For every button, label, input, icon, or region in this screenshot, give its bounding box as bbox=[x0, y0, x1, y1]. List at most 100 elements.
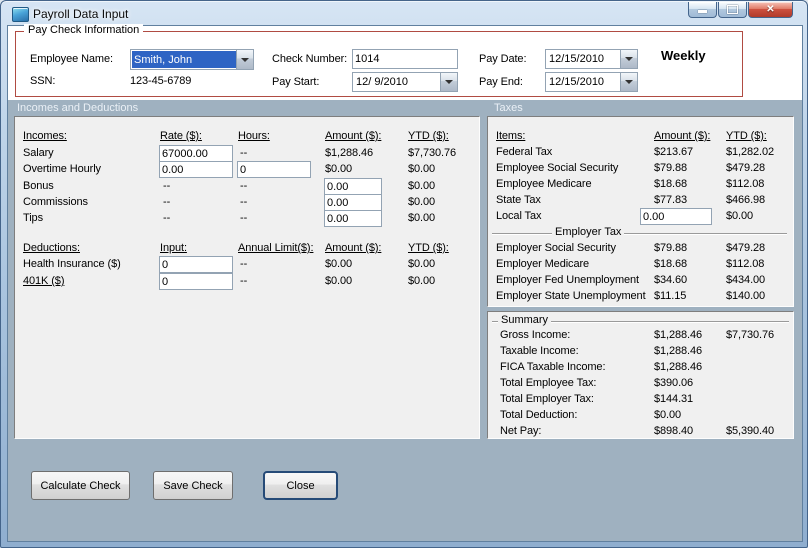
health-ytd-value: $0.00 bbox=[408, 258, 436, 270]
incomes-col-header: Incomes: bbox=[23, 130, 67, 142]
401k-amount-value: $0.00 bbox=[325, 275, 353, 287]
close-window-button[interactable]: ✕ bbox=[748, 2, 793, 18]
employee-dropdown-button[interactable] bbox=[236, 50, 253, 69]
local-tax-ytd: $0.00 bbox=[726, 210, 754, 222]
paycheck-info-title: Pay Check Information bbox=[24, 24, 144, 36]
federal-tax-amount: $213.67 bbox=[654, 146, 694, 158]
employer-medicare-label: Employer Medicare bbox=[496, 258, 590, 270]
gross-income-label: Gross Income: bbox=[500, 329, 571, 341]
calculate-check-button[interactable]: Calculate Check bbox=[31, 471, 130, 500]
state-tax-label: State Tax bbox=[496, 194, 541, 206]
maximize-button[interactable] bbox=[718, 2, 747, 18]
total-employee-tax-label: Total Employee Tax: bbox=[500, 377, 597, 389]
tax-ytd-col-header: YTD ($): bbox=[726, 130, 767, 142]
annual-limit-col-header: Annual Limit($): bbox=[238, 242, 314, 254]
pay-end-value: 12/15/2010 bbox=[549, 76, 605, 88]
taxes-panel: Items: Amount ($): YTD ($): Federal Tax … bbox=[487, 116, 794, 307]
employer-fed-unemployment-amount: $34.60 bbox=[654, 274, 688, 286]
deduction-401k-input[interactable] bbox=[159, 273, 233, 290]
bonus-label: Bonus bbox=[23, 180, 54, 192]
minimize-icon bbox=[698, 10, 707, 13]
tips-ytd-value: $0.00 bbox=[408, 212, 436, 224]
ded-amount-col-header: Amount ($): bbox=[325, 242, 382, 254]
fica-taxable-income-amount: $1,288.46 bbox=[654, 361, 703, 373]
pay-end-picker[interactable]: 12/15/2010 bbox=[545, 72, 638, 92]
total-employee-tax-amount: $390.06 bbox=[654, 377, 694, 389]
ssn-value: 123-45-6789 bbox=[130, 75, 192, 87]
employer-fed-unemployment-ytd: $434.00 bbox=[726, 274, 766, 286]
bonus-rate-value: -- bbox=[163, 180, 171, 192]
pay-frequency-label: Weekly bbox=[661, 48, 706, 63]
window-title: Payroll Data Input bbox=[33, 7, 129, 21]
health-insurance-input[interactable] bbox=[159, 256, 233, 273]
ssn-label: SSN: bbox=[30, 75, 56, 87]
employee-name-dropdown[interactable]: Smith, John bbox=[130, 49, 254, 70]
overtime-hours-input[interactable] bbox=[237, 161, 311, 178]
deductions-col-header: Deductions: bbox=[23, 242, 80, 254]
tax-items-col-header: Items: bbox=[496, 130, 526, 142]
paycheck-info-group: Pay Check Information Employee Name: Smi… bbox=[15, 24, 743, 97]
tips-amount-input[interactable] bbox=[324, 210, 382, 227]
close-icon: ✕ bbox=[766, 3, 775, 15]
rate-col-header: Rate ($): bbox=[160, 130, 202, 142]
employee-name-value: Smith, John bbox=[132, 51, 236, 68]
employee-medicare-label: Employee Medicare bbox=[496, 178, 592, 190]
total-employer-tax-label: Total Employer Tax: bbox=[500, 393, 594, 405]
summary-panel: Summary Gross Income: $1,288.46 $7,730.7… bbox=[487, 311, 794, 439]
pay-start-label: Pay Start: bbox=[272, 76, 320, 88]
federal-tax-ytd: $1,282.02 bbox=[726, 146, 775, 158]
taxable-income-label: Taxable Income: bbox=[500, 345, 579, 357]
chevron-down-icon bbox=[625, 80, 633, 84]
total-employer-tax-amount: $144.31 bbox=[654, 393, 694, 405]
close-button[interactable]: Close bbox=[263, 471, 338, 500]
hours-col-header: Hours: bbox=[238, 130, 270, 142]
save-check-button[interactable]: Save Check bbox=[153, 471, 233, 500]
check-number-input[interactable] bbox=[352, 49, 458, 69]
state-tax-ytd: $466.98 bbox=[726, 194, 766, 206]
pay-date-label: Pay Date: bbox=[479, 53, 527, 65]
tips-hours-value: -- bbox=[240, 212, 248, 224]
local-tax-input[interactable] bbox=[640, 208, 712, 225]
401k-limit-value: -- bbox=[240, 275, 248, 287]
pay-end-dropdown-button[interactable] bbox=[620, 73, 637, 91]
fica-taxable-income-label: FICA Taxable Income: bbox=[500, 361, 606, 373]
overtime-label: Overtime Hourly bbox=[23, 163, 101, 175]
taxable-income-amount: $1,288.46 bbox=[654, 345, 703, 357]
pay-start-value: 12/ 9/2010 bbox=[356, 76, 408, 88]
tips-rate-value: -- bbox=[163, 212, 171, 224]
commissions-amount-input[interactable] bbox=[324, 194, 382, 211]
section-taxes: Taxes bbox=[494, 102, 523, 114]
payroll-window: Payroll Data Input ✕ Pay Check Informati… bbox=[0, 0, 808, 548]
minimize-button[interactable] bbox=[688, 2, 717, 18]
overtime-ytd-value: $0.00 bbox=[408, 163, 436, 175]
employer-tax-divider bbox=[492, 233, 787, 234]
federal-tax-label: Federal Tax bbox=[496, 146, 553, 158]
pay-start-picker[interactable]: 12/ 9/2010 bbox=[352, 72, 458, 92]
ded-ytd-col-header: YTD ($): bbox=[408, 242, 449, 254]
commissions-ytd-value: $0.00 bbox=[408, 196, 436, 208]
employer-fed-unemployment-label: Employer Fed Unemployment bbox=[496, 274, 640, 286]
health-insurance-label: Health Insurance ($) bbox=[23, 258, 121, 270]
net-pay-label: Net Pay: bbox=[500, 425, 542, 437]
pay-end-label: Pay End: bbox=[479, 76, 523, 88]
salary-ytd-value: $7,730.76 bbox=[408, 147, 457, 159]
pay-start-dropdown-button[interactable] bbox=[440, 73, 457, 91]
summary-group-title: Summary bbox=[498, 314, 552, 326]
pay-date-dropdown-button[interactable] bbox=[620, 50, 637, 68]
total-deduction-amount: $0.00 bbox=[654, 409, 682, 421]
pay-date-picker[interactable]: 12/15/2010 bbox=[545, 49, 638, 69]
check-number-label: Check Number: bbox=[272, 53, 348, 65]
employee-name-label: Employee Name: bbox=[30, 53, 113, 65]
salary-rate-input[interactable] bbox=[159, 145, 233, 162]
employee-ss-ytd: $479.28 bbox=[726, 162, 766, 174]
input-col-header: Input: bbox=[160, 242, 187, 254]
employer-tax-group-title: Employer Tax bbox=[552, 226, 625, 238]
commissions-rate-value: -- bbox=[163, 196, 171, 208]
bonus-amount-input[interactable] bbox=[324, 178, 382, 195]
overtime-amount-value: $0.00 bbox=[325, 163, 353, 175]
commissions-hours-value: -- bbox=[240, 196, 248, 208]
bonus-ytd-value: $0.00 bbox=[408, 180, 436, 192]
overtime-rate-input[interactable] bbox=[159, 161, 233, 178]
employer-state-unemployment-amount: $11.15 bbox=[654, 290, 687, 302]
local-tax-label: Local Tax bbox=[496, 210, 542, 222]
